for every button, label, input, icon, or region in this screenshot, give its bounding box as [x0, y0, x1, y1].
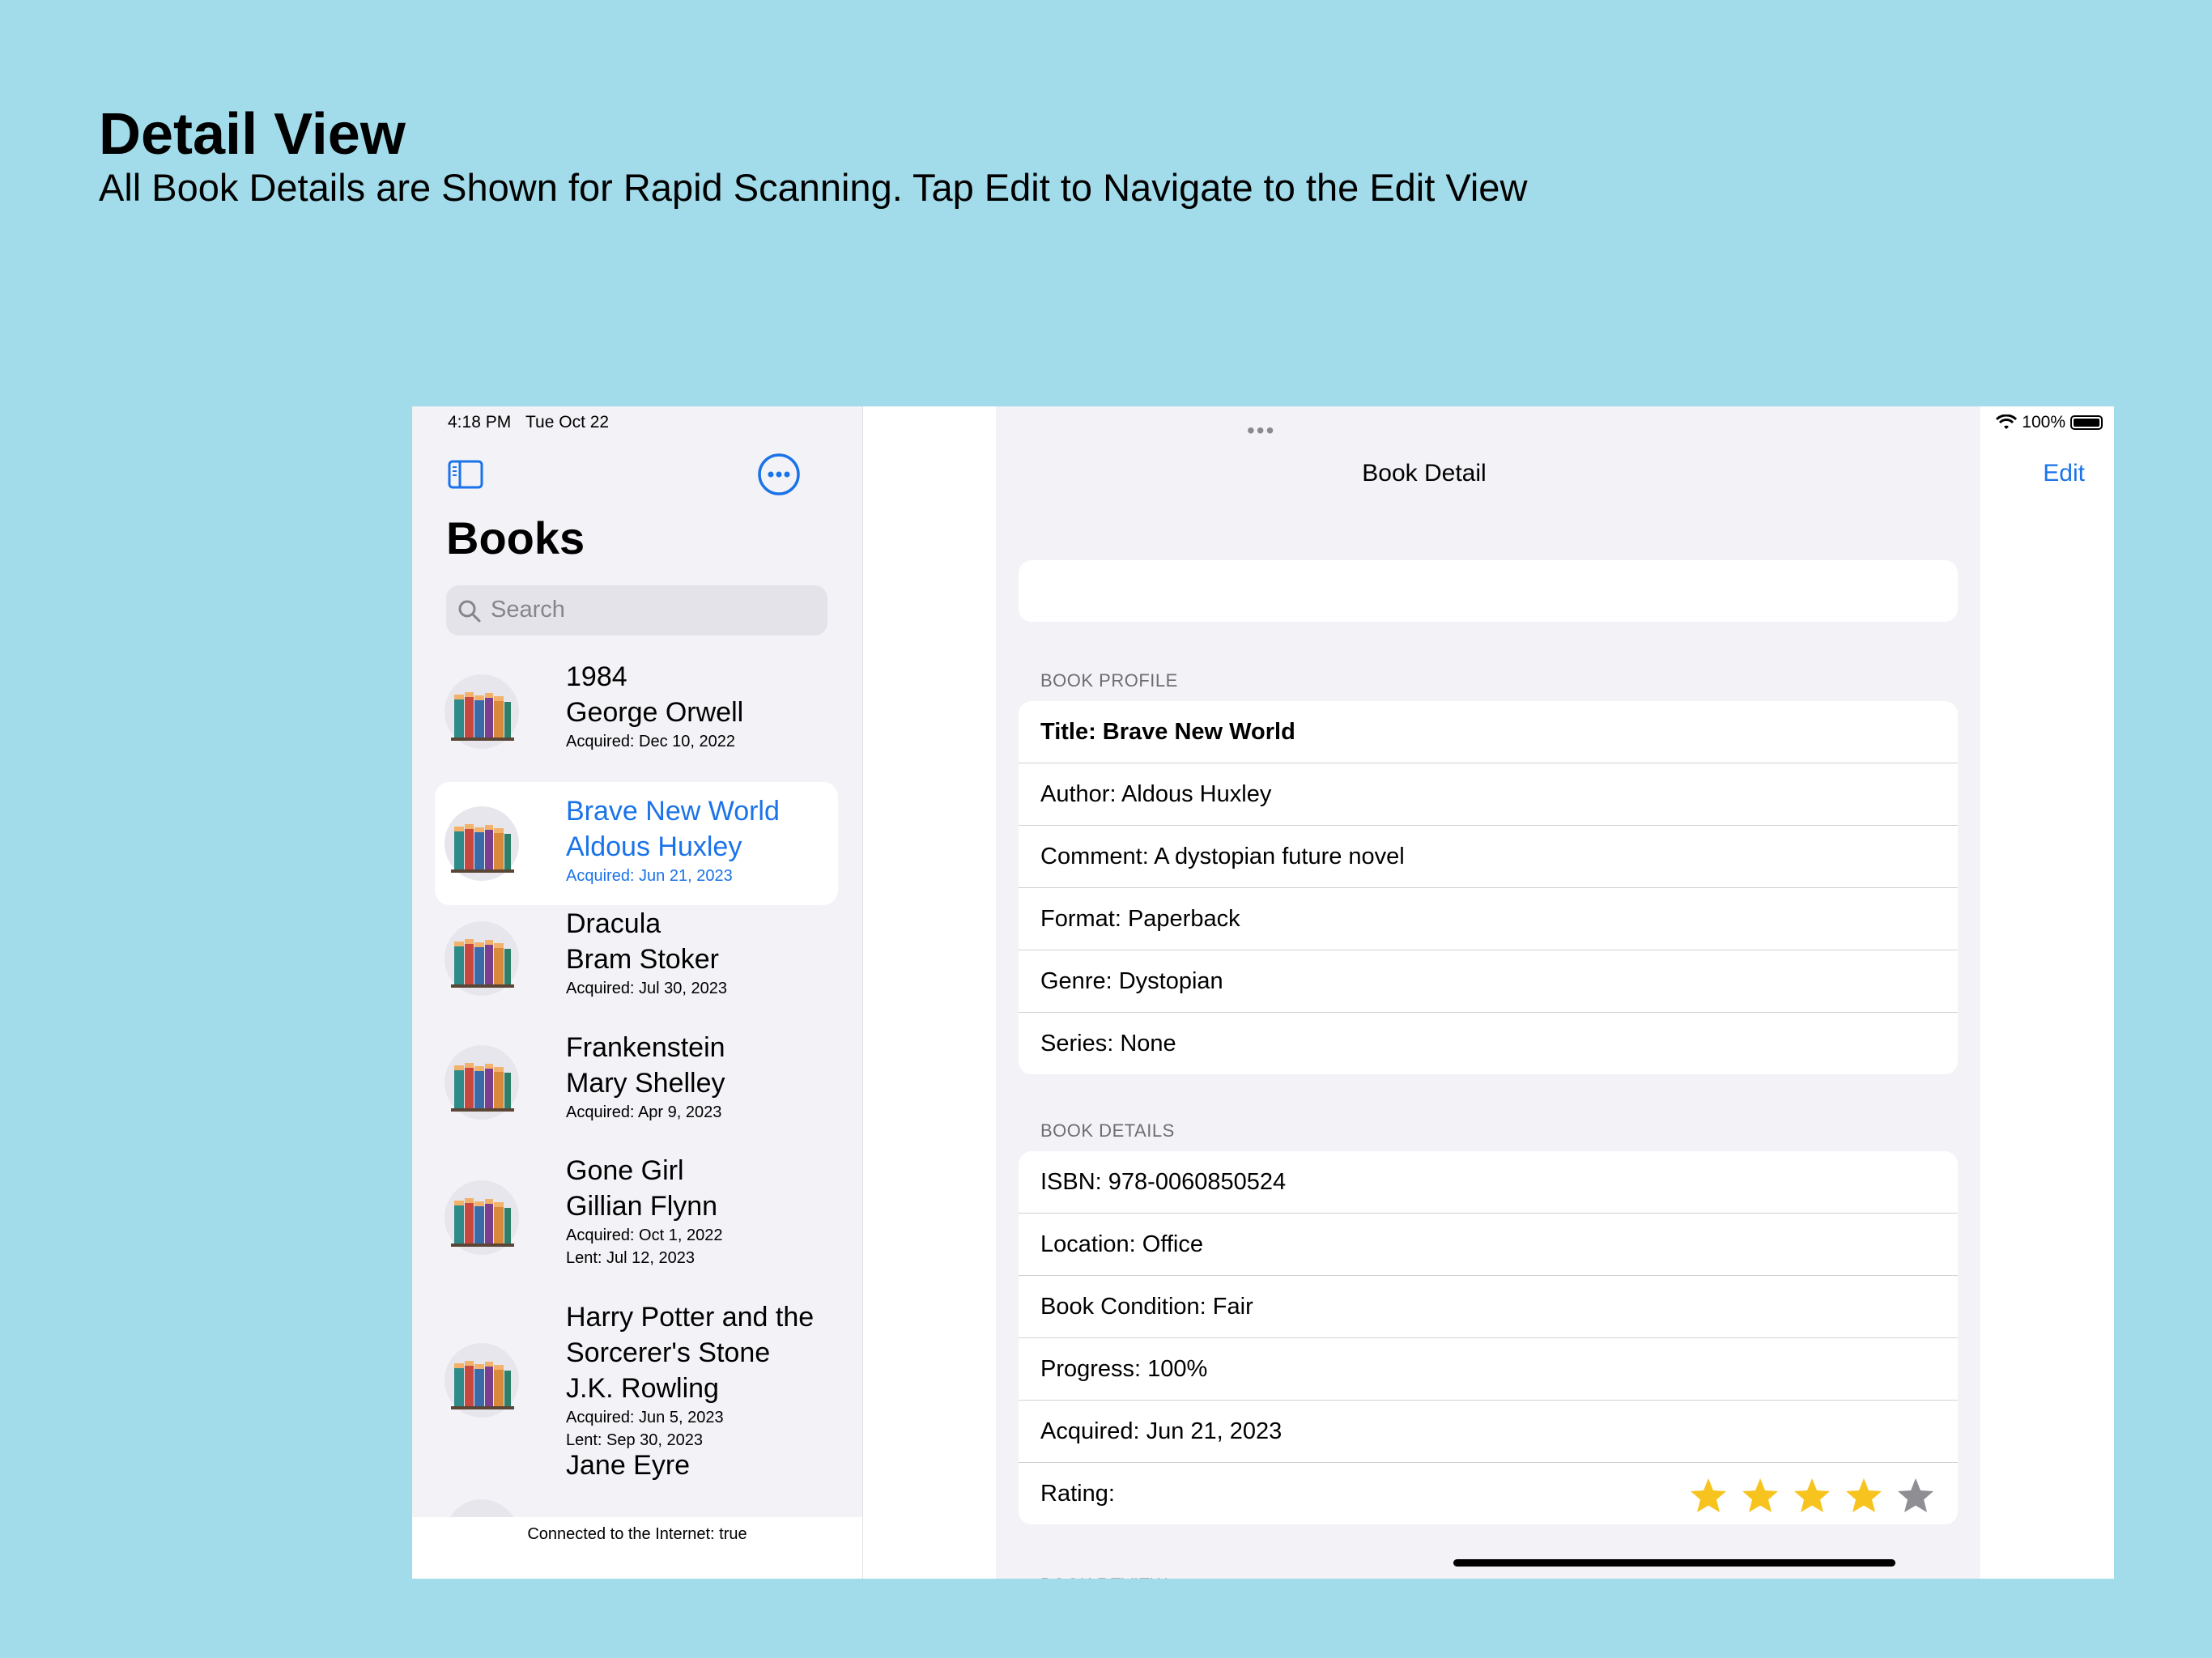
detail-nav-title: Book Detail: [1362, 460, 1487, 487]
book-stack-icon: [443, 1044, 521, 1121]
status-time: 4:18 PM: [448, 413, 512, 432]
book-stack-icon: [443, 805, 521, 882]
book-list-item[interactable]: Brave New World Aldous Huxley Acquired: Ju…: [435, 782, 838, 905]
book-author: George Orwell: [566, 697, 744, 728]
star-empty-icon: [1896, 1476, 1935, 1537]
search-placeholder: Search: [491, 597, 565, 623]
profile-row: Comment: A dystopian future novel: [1019, 826, 1958, 888]
review-section-header: BOOK REVIEW: [1040, 1569, 1167, 1579]
blank-card: [1019, 560, 1958, 622]
profile-row: Title: Brave New World: [1019, 701, 1958, 763]
details-section-header: BOOK DETAILS: [1040, 1120, 1175, 1141]
page-title: Detail View: [99, 102, 406, 167]
book-title: Dracula: [566, 908, 661, 939]
book-acquired: Acquired: Jun 5, 2023: [566, 1409, 724, 1426]
book-list: 1984 George Orwell Acquired: Dec 10, 2022 B…: [412, 659, 862, 1517]
battery-icon: [2070, 415, 2103, 430]
sidebar-title: Books: [446, 512, 585, 563]
search-input[interactable]: Search: [446, 585, 827, 636]
book-author: Gillian Flynn: [566, 1191, 718, 1222]
profile-section-header: BOOK PROFILE: [1040, 670, 1178, 691]
book-title: Brave New World: [566, 796, 780, 827]
book-stack-icon: [443, 673, 521, 750]
details-row: Progress: 100%: [1019, 1338, 1958, 1401]
book-acquired: Acquired: Jun 21, 2023: [566, 867, 733, 885]
star-filled-icon: [1741, 1476, 1780, 1537]
connection-footer: Connected to the Internet: true: [412, 1517, 862, 1579]
book-stack-icon: [443, 1179, 521, 1256]
book-list-item[interactable]: Jane Eyre: [435, 1448, 838, 1517]
battery-percent: 100%: [2022, 413, 2065, 432]
book-title: Harry Potter and the Sorcerer's Stone: [566, 1302, 815, 1368]
book-list-item[interactable]: Frankenstein Mary Shelley Acquired: Apr 9,…: [435, 1030, 838, 1135]
edit-button[interactable]: Edit: [2043, 460, 2085, 487]
star-filled-icon: [1689, 1476, 1728, 1537]
book-list-item[interactable]: Gone Girl Gillian Flynn Acquired: Oct 1, 2…: [435, 1153, 838, 1282]
status-date: Tue Oct 22: [525, 413, 610, 432]
book-stack-icon: [443, 1341, 521, 1419]
book-stack-icon: [443, 920, 521, 997]
sidebar-toggle-icon[interactable]: [448, 460, 483, 489]
book-acquired: Acquired: Apr 9, 2023: [566, 1103, 722, 1121]
book-title: Gone Girl: [566, 1155, 684, 1186]
details-card: ISBN: 978-0060850524 Location: Office Book…: [1019, 1151, 1958, 1524]
book-acquired: Acquired: Oct 1, 2022: [566, 1226, 723, 1244]
book-acquired: Acquired: Jul 30, 2023: [566, 980, 728, 997]
book-author: Bram Stoker: [566, 944, 719, 975]
details-row: Book Condition: Fair: [1019, 1276, 1958, 1338]
book-stack-icon: [443, 1498, 521, 1517]
page-heading: Detail View All Book Details are Shown f…: [99, 100, 1527, 210]
book-title: 1984: [566, 661, 627, 692]
profile-card: Title: Brave New World Author: Aldous Hux…: [1019, 701, 1958, 1074]
book-title: Frankenstein: [566, 1032, 725, 1063]
book-title: Jane Eyre: [566, 1450, 691, 1481]
rating-label: Rating:: [1040, 1481, 1115, 1507]
search-icon: [458, 600, 481, 623]
rating-stars: [1689, 1476, 1935, 1537]
page-subtitle: All Book Details are Shown for Rapid Sca…: [99, 166, 1528, 209]
book-acquired: Acquired: Dec 10, 2022: [566, 733, 736, 750]
book-lent: Lent: Jul 12, 2023: [566, 1249, 696, 1267]
star-filled-icon: [1793, 1476, 1831, 1537]
connection-status: Connected to the Internet: true: [527, 1525, 747, 1543]
wifi-icon: [1996, 414, 2018, 429]
profile-row: Series: None: [1040, 1031, 1176, 1056]
ipad-screen: 4:18 PM Tue Oct 22 Books Search 1984 Geo…: [412, 406, 2114, 1579]
details-row: ISBN: 978-0060850524: [1019, 1151, 1958, 1214]
book-author: J.K. Rowling: [566, 1373, 719, 1404]
status-right: 100%: [1996, 413, 2103, 432]
home-indicator[interactable]: [1453, 1559, 1895, 1567]
profile-row: Author: Aldous Huxley: [1019, 763, 1958, 826]
profile-row: Format: Paperback: [1019, 888, 1958, 950]
profile-row: Genre: Dystopian: [1019, 950, 1958, 1013]
rating-row: Rating:: [1019, 1463, 1958, 1524]
book-author: Mary Shelley: [566, 1068, 725, 1099]
multitasking-dots-icon[interactable]: •••: [1247, 418, 1275, 444]
book-list-item[interactable]: Dracula Bram Stoker Acquired: Jul 30, 2023: [435, 906, 838, 1011]
book-list-item[interactable]: 1984 George Orwell Acquired: Dec 10, 2022: [435, 659, 838, 764]
more-icon[interactable]: [757, 453, 801, 496]
book-list-item[interactable]: Harry Potter and the Sorcerer's Stone J.K…: [435, 1299, 838, 1461]
book-author: Aldous Huxley: [566, 831, 742, 862]
sidebar: 4:18 PM Tue Oct 22 Books Search 1984 Geo…: [412, 406, 863, 1579]
star-filled-icon: [1844, 1476, 1883, 1537]
details-row: Acquired: Jun 21, 2023: [1019, 1401, 1958, 1463]
details-row: Location: Office: [1019, 1214, 1958, 1276]
